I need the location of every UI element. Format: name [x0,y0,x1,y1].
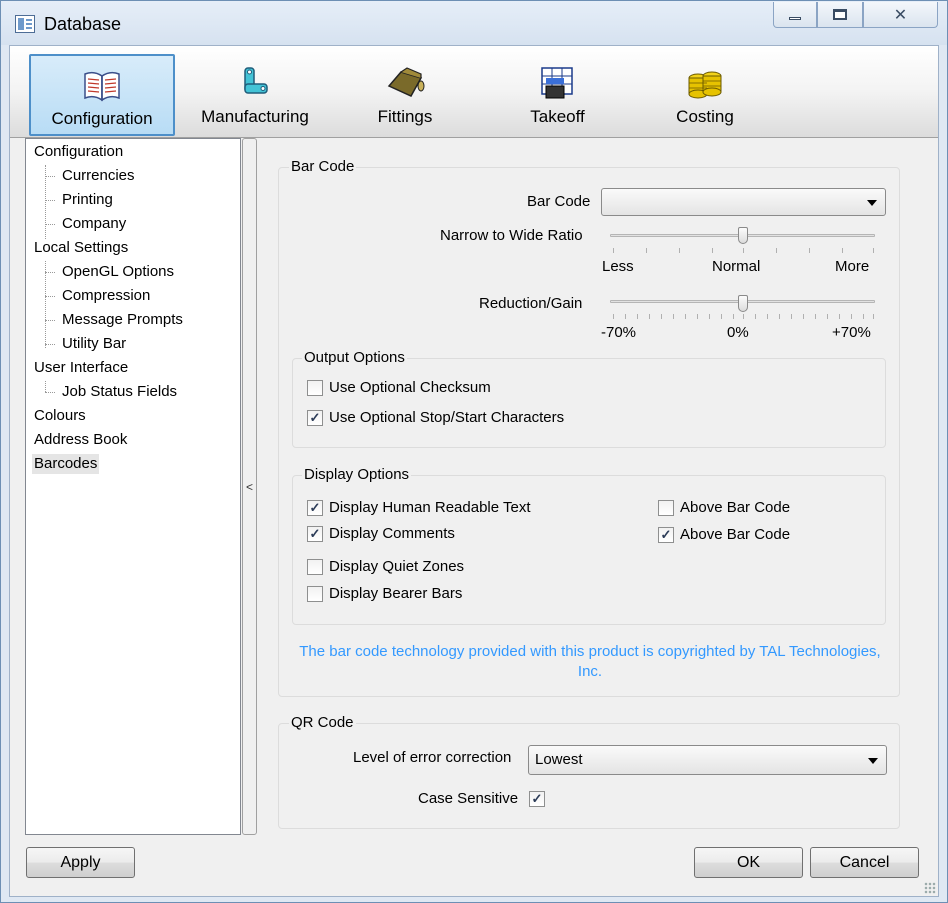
error-correction-value: Lowest [535,751,583,768]
collapse-splitter[interactable]: < [242,138,257,835]
tree-item-company[interactable]: Company [62,214,126,234]
toolbar-label: Fittings [377,107,433,126]
minimize-icon [789,17,801,20]
toolbar-label: Manufacturing [201,107,309,126]
error-correction-select[interactable]: Lowest [528,745,887,775]
tree-item-currencies[interactable]: Currencies [62,166,135,186]
human-text-above-label[interactable]: Above Bar Code [680,499,790,516]
comments-label[interactable]: Display Comments [329,525,455,542]
toolbar-manufacturing[interactable]: Manufacturing [185,54,325,136]
ratio-tick-more: More [835,258,870,275]
coins-icon [688,71,722,99]
stop-start-label[interactable]: Use Optional Stop/Start Characters [329,409,564,426]
toolbar-costing[interactable]: Costing [655,54,755,136]
reduction-tick-zero: 0% [727,324,749,341]
toolbar-label: Takeoff [530,107,585,126]
error-correction-label: Level of error correction [353,749,512,766]
title-bar: Database ✕ [1,1,947,45]
maximize-icon [833,9,847,20]
toolbar-label: Configuration [51,109,153,128]
tree-item-printing[interactable]: Printing [62,190,113,210]
tree-item-job-status-fields[interactable]: Job Status Fields [62,382,177,402]
display-options-group [292,475,886,625]
copyright-notice: The bar code technology provided with th… [299,643,881,680]
comments-above-label[interactable]: Above Bar Code [680,526,790,543]
tree-item-colours[interactable]: Colours [34,406,86,426]
quiet-zones-label[interactable]: Display Quiet Zones [329,558,464,575]
ok-button[interactable]: OK [694,847,803,878]
apply-button[interactable]: Apply [26,847,135,878]
resize-grip-icon[interactable] [924,882,936,894]
tree-item-local-settings[interactable]: Local Settings [34,238,128,258]
tree-item-compression[interactable]: Compression [62,286,150,306]
maximize-button[interactable] [817,2,863,28]
bearer-bars-checkbox[interactable] [307,586,323,602]
chevron-down-icon [868,758,878,764]
display-options-title: Display Options [302,466,412,483]
qrcode-group-title: QR Code [289,714,356,731]
reduction-tick-min: -70% [601,324,637,341]
qrcode-group [278,723,900,829]
human-readable-checkbox[interactable] [307,500,323,516]
app-icon [15,15,35,33]
cancel-button[interactable]: Cancel [810,847,919,878]
reduction-slider-thumb[interactable] [738,295,748,312]
human-text-above-checkbox[interactable] [658,500,674,516]
comments-above-checkbox[interactable] [658,527,674,543]
tree-item-address-book[interactable]: Address Book [34,430,127,450]
bar-code-select[interactable] [601,188,886,216]
window-title: Database [44,14,122,34]
output-options-title: Output Options [302,349,407,366]
human-readable-label[interactable]: Display Human Readable Text [329,499,531,516]
bar-code-label: Bar Code [527,193,591,210]
collapse-left-icon: < [245,479,253,494]
checksum-checkbox[interactable] [307,380,323,396]
ratio-slider-thumb[interactable] [738,227,748,244]
fittings-icon [387,67,425,97]
ratio-tick-less: Less [602,258,634,275]
tree-item-barcodes[interactable]: Barcodes [32,454,100,474]
case-sensitive-label[interactable]: Case Sensitive [418,790,518,807]
barcode-group-title: Bar Code [289,158,357,175]
dialog-client: Configuration Manufacturing Fittings Tak… [9,45,939,897]
toolbar-label: Costing [676,107,734,126]
tree-item-user-interface[interactable]: User Interface [34,358,128,378]
takeoff-icon [540,67,573,99]
close-icon: ✕ [893,6,908,24]
database-window: Database ✕ Configuration Manufacturing F… [0,0,948,903]
checksum-label[interactable]: Use Optional Checksum [329,379,491,396]
category-toolbar: Configuration Manufacturing Fittings Tak… [10,46,938,138]
tree-item-utility-bar[interactable]: Utility Bar [62,334,126,354]
minimize-button[interactable] [773,2,817,28]
close-button[interactable]: ✕ [863,2,938,28]
output-options-group [292,358,886,448]
manufacturing-icon [244,67,268,94]
ratio-label: Narrow to Wide Ratio [440,227,583,244]
toolbar-configuration[interactable]: Configuration [29,54,175,136]
book-icon [84,71,120,102]
settings-tree[interactable]: Configuration Currencies Printing Compan… [25,138,241,835]
chevron-down-icon [867,200,877,206]
tree-item-configuration[interactable]: Configuration [34,142,123,162]
ratio-tick-normal: Normal [712,258,761,275]
toolbar-fittings[interactable]: Fittings [355,54,455,136]
comments-checkbox[interactable] [307,526,323,542]
stop-start-checkbox[interactable] [307,410,323,426]
reduction-tick-max: +70% [832,324,871,341]
case-sensitive-checkbox[interactable] [529,791,545,807]
tree-item-message-prompts[interactable]: Message Prompts [62,310,183,330]
reduction-label: Reduction/Gain [479,295,583,312]
quiet-zones-checkbox[interactable] [307,559,323,575]
toolbar-takeoff[interactable]: Takeoff [510,54,605,136]
tree-item-opengl-options[interactable]: OpenGL Options [62,262,174,282]
bearer-bars-label[interactable]: Display Bearer Bars [329,585,462,602]
